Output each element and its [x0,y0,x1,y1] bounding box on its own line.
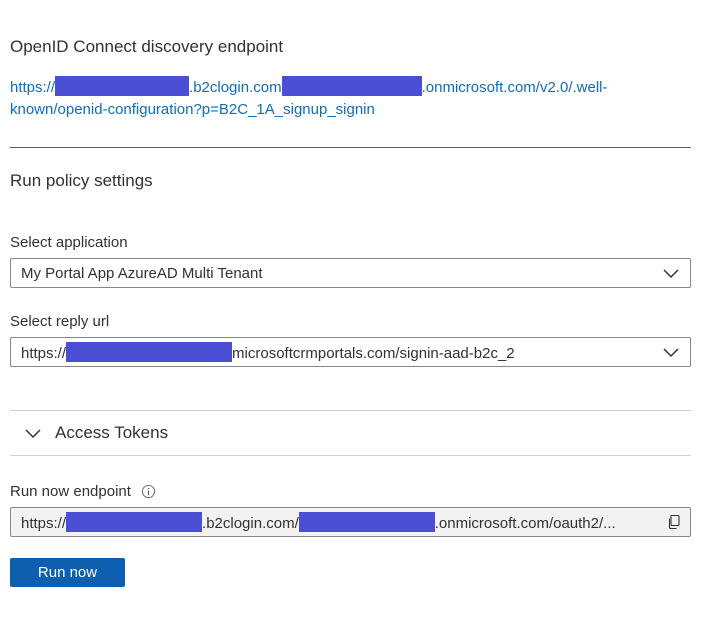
access-tokens-bottom-divider [10,455,691,456]
discovery-url-mid: .b2clogin.com [189,79,282,96]
redaction-block [66,512,203,532]
discovery-endpoint-title: OpenID Connect discovery endpoint [10,37,284,56]
redaction-block [281,76,422,96]
reply-url-suffix: microsoftcrmportals.com/signin-aad-b2c_2 [232,345,515,362]
reply-url-prefix: https:// [21,345,67,362]
run-now-button[interactable]: Run now [10,558,125,587]
discovery-url-suffix: .onmicrosoft.com/v2.0/.well- [421,79,608,96]
select-application-label: Select application [10,234,128,251]
chevron-down-icon [663,348,679,358]
discovery-url-line2: known/openid-configuration?p=B2C_1A_sign… [10,101,375,118]
section-divider [10,147,691,148]
discovery-endpoint-link[interactable]: https:// .b2clogin.com .onmicrosoft.com/v2… [10,76,690,121]
access-tokens-label: Access Tokens [55,423,169,442]
select-reply-url-label: Select reply url [10,313,110,330]
chevron-down-icon [663,269,679,279]
access-tokens-toggle[interactable]: Access Tokens [10,411,691,455]
endpoint-mid: .b2clogin.com/ [202,515,299,532]
run-now-endpoint-value: https:// .b2clogin.com/ .onmicrosoft.com/o… [21,512,660,532]
copy-icon[interactable] [666,514,682,530]
redaction-block [66,342,233,362]
run-now-endpoint-label-row: Run now endpoint [10,483,156,500]
select-application-value: My Portal App AzureAD Multi Tenant [21,264,263,282]
run-now-endpoint-field[interactable]: https:// .b2clogin.com/ .onmicrosoft.com/o… [10,507,691,537]
discovery-endpoint-link-block: https:// .b2clogin.com .onmicrosoft.com/v2… [10,76,690,121]
chevron-down-icon [25,429,41,439]
select-reply-url-value: https:// microsoftcrmportals.com/signin-a… [21,342,662,362]
discovery-url-prefix: https:// [10,79,56,96]
endpoint-prefix: https:// [21,515,67,532]
endpoint-suffix: .onmicrosoft.com/oauth2/... [434,515,616,532]
run-now-endpoint-label: Run now endpoint [10,483,131,500]
run-policy-settings-title: Run policy settings [10,171,153,190]
select-application-dropdown[interactable]: My Portal App AzureAD Multi Tenant [10,258,691,288]
redaction-block [298,512,435,532]
select-reply-url-dropdown[interactable]: https:// microsoftcrmportals.com/signin-a… [10,337,691,367]
redaction-block [55,76,190,96]
info-icon[interactable] [141,484,156,499]
